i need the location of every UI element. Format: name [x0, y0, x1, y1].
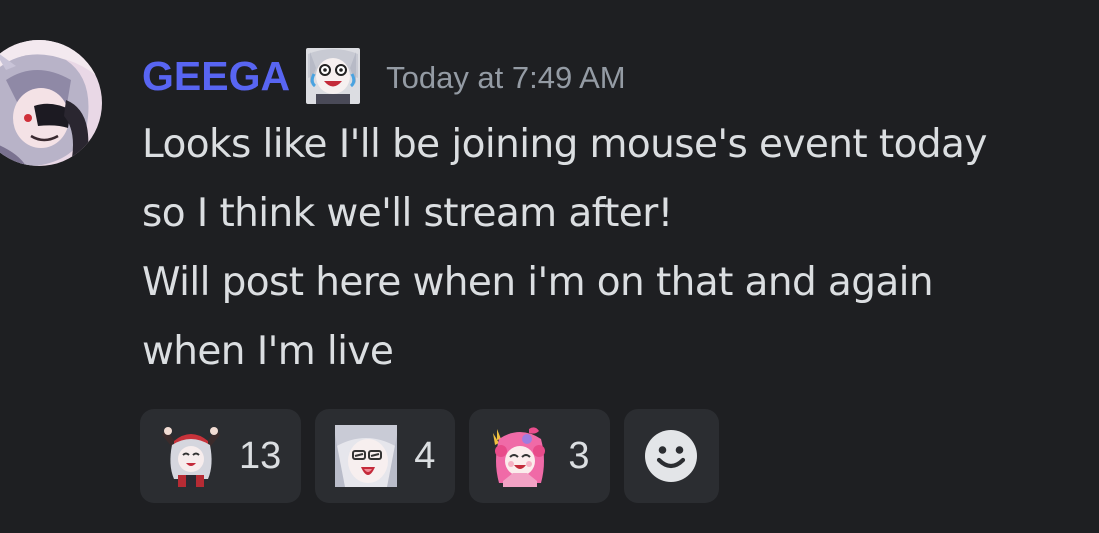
cheering-girl-emoji-icon [160, 425, 222, 487]
shouting-girl-emoji-icon [335, 425, 398, 487]
chat-message: GEEGA Today at 7:49 AM Looks like I'll b… [0, 0, 1099, 533]
message-line: so I think we'll stream after! [142, 191, 673, 236]
message-line: Looks like I'll be joining mouse's event… [142, 122, 987, 167]
reaction-count: 13 [239, 434, 282, 477]
reaction-button[interactable]: 13 [140, 409, 302, 503]
reactions-bar: 13 4 3 [140, 409, 719, 503]
message-header: GEEGA Today at 7:49 AM [142, 44, 626, 108]
reaction-count: 3 [568, 434, 590, 477]
reaction-count: 4 [414, 434, 436, 477]
message-line: when I'm live [142, 329, 394, 374]
laughing-emoji-badge-icon [306, 48, 361, 104]
reaction-button[interactable]: 3 [469, 409, 610, 503]
avatar[interactable] [0, 40, 102, 166]
smiley-face-icon [645, 430, 698, 482]
anime-avatar-icon [0, 40, 102, 166]
username[interactable]: GEEGA [142, 53, 290, 100]
message-timestamp[interactable]: Today at 7:49 AM [386, 56, 626, 96]
message-content: Looks like I'll be joining mouse's event… [142, 110, 1092, 386]
reaction-button[interactable]: 4 [315, 409, 456, 503]
message-line: Will post here when i'm on that and agai… [142, 260, 934, 305]
pink-hair-girl-emoji-icon [489, 425, 551, 487]
add-reaction-button[interactable] [623, 409, 719, 503]
